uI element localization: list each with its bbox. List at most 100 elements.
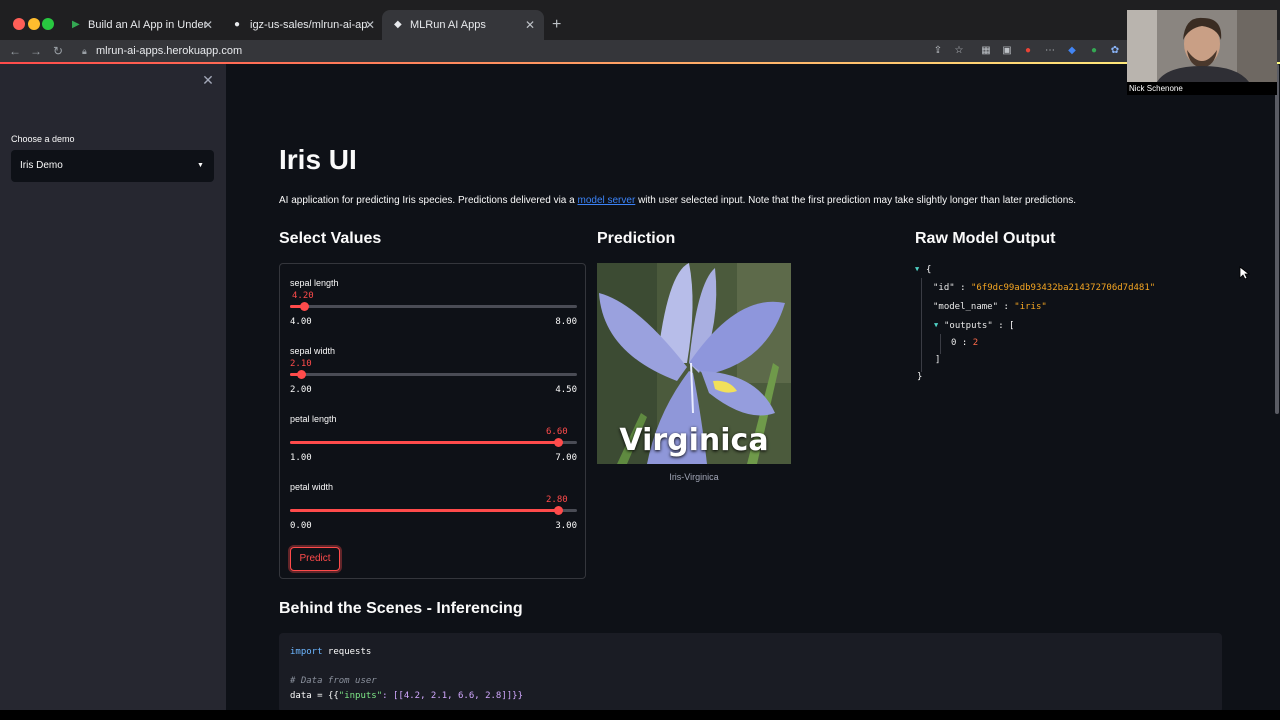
tab-title: igz-us-sales/mlrun-ai-apps [250,19,368,31]
screen: ▶ Build an AI App in Under 20 Mi ✕ ● igz… [0,0,1280,720]
json-brace: } [917,372,923,382]
bottom-edge [0,710,1280,720]
slider-thumb[interactable] [297,370,306,379]
extension-icon[interactable]: ✿ [1109,44,1121,58]
browser-toolbar: ← → ↻ 🔒︎ mlrun-ai-apps.herokuapp.com ⇪ ☆… [0,40,1280,62]
slider-track[interactable] [290,370,577,379]
share-icon[interactable]: ⇪ [932,44,944,58]
browser-tab-bar: ▶ Build an AI App in Under 20 Mi ✕ ● igz… [0,0,1280,40]
predict-button[interactable]: Predict [290,547,340,571]
raw-output-heading: Raw Model Output [915,230,1056,247]
caret-down-icon: ▼ [197,162,204,169]
minimize-window-button[interactable] [28,18,40,30]
slider-thumb[interactable] [554,438,563,447]
close-tab-icon[interactable]: ✕ [364,17,376,33]
url-text: mlrun-ai-apps.herokuapp.com [96,45,243,57]
slider-max: 3.00 [555,521,577,531]
slider-label: petal length [290,414,337,424]
collapse-triangle-icon[interactable]: ▼ [934,318,938,332]
image-caption: Iris-Virginica [669,472,719,482]
code-string: "inputs" [338,691,383,701]
mouse-cursor-icon [1239,266,1251,280]
reload-icon[interactable]: ↻ [51,43,65,59]
behind-the-scenes-heading: Behind the Scenes - Inferencing [279,600,523,617]
slider-petal-length[interactable]: petal length 6.60 1.00 7.00 [290,412,577,472]
description-text: with user selected input. Note that the … [635,195,1077,206]
bookmark-star-icon[interactable]: ☆ [953,44,965,58]
webcam-person-image [1127,10,1277,82]
code-text: : [[4.2, 2.1, 6.6, 2.8]]}} [382,691,524,701]
model-server-link[interactable]: model server [577,195,635,206]
slider-value: 6.60 [546,427,568,437]
json-line-item: 0 : 2 [951,338,979,348]
close-sidebar-icon[interactable]: ✕ [200,72,216,88]
json-viewer: ▼ { "id" : "6f9dc99adb93432ba214372706d7… [915,262,1255,392]
slider-value: 2.80 [546,495,568,505]
extension-icon[interactable]: ● [1088,44,1100,58]
slider-track[interactable] [290,506,577,515]
slider-thumb[interactable] [300,302,309,311]
slider-max: 4.50 [555,385,577,395]
json-value: "iris" [1014,302,1047,312]
browser-tab-mlrun[interactable]: ◆ MLRun AI Apps ✕ [382,10,544,40]
slider-track[interactable] [290,302,577,311]
json-line-outputs: "outputs" : [ [944,321,1015,331]
slider-min: 1.00 [290,453,312,463]
extension-icon[interactable]: ● [1022,44,1034,58]
slider-fill [290,509,558,512]
zoom-window-button[interactable] [42,18,54,30]
demo-select[interactable]: Iris Demo ▼ [11,150,214,182]
description-text: AI application for predicting Iris speci… [279,195,578,206]
slider-label: sepal width [290,346,336,356]
prediction-heading: Prediction [597,230,676,247]
json-guide-line [940,334,941,354]
slider-sepal-width[interactable]: sepal width 2.10 2.00 4.50 [290,344,577,404]
browser-tab-github[interactable]: ● igz-us-sales/mlrun-ai-apps ✕ [222,10,384,40]
json-line-id: "id" : "6f9dc99adb93432ba214372706d7d481… [933,283,1156,293]
forward-arrow-icon[interactable]: → [29,43,43,59]
collapse-triangle-icon[interactable]: ▼ [915,262,919,276]
input-form: sepal length 4.20 4.00 8.00 sepal width … [279,263,586,579]
code-text: data [290,691,312,701]
code-line: # Data from user [290,675,377,688]
close-window-button[interactable] [13,18,25,30]
slider-min: 4.00 [290,317,312,327]
slider-value: 4.20 [292,291,314,301]
json-brace: { [926,265,932,275]
json-index: 0 [951,338,957,348]
json-line-model-name: "model_name" : "iris" [933,302,1047,312]
json-key: "id" [933,283,955,293]
browser-tab-youtube[interactable]: ▶ Build an AI App in Under 20 Mi ✕ [60,10,222,40]
slider-petal-width[interactable]: petal width 2.80 0.00 3.00 [290,480,577,540]
slider-track[interactable] [290,438,577,447]
app-icon: ◆ [394,19,402,30]
lock-icon: 🔒︎ [82,46,87,56]
play-icon: ▶ [72,19,80,30]
slider-thumb[interactable] [554,506,563,515]
image-overlay-text: Virginica [619,423,769,458]
code-keyword: import [290,647,323,657]
main-content: Iris UI AI application for predicting Ir… [226,64,1280,713]
json-value: 2 [972,338,979,348]
extension-icon[interactable]: ◆ [1066,44,1078,58]
demo-select-label: Choose a demo [11,134,75,144]
json-key: "model_name" [933,302,999,312]
code-text: requests [322,647,372,657]
json-bracket: [ [1009,321,1015,331]
extension-icon[interactable]: ▦ [980,44,992,58]
select-values-heading: Select Values [279,230,382,247]
extension-icon[interactable]: ▣ [1001,44,1013,58]
slider-max: 8.00 [555,317,577,327]
slider-sepal-length[interactable]: sepal length 4.20 4.00 8.00 [290,276,577,336]
code-text: = {{ [311,691,339,701]
code-comment: # Data from user [290,676,377,686]
code-line: import requests [290,646,371,659]
slider-label: petal width [290,482,334,492]
page-scrollbar[interactable] [1275,64,1279,414]
participant-name: Nick Schenone [1127,82,1277,95]
close-tab-icon[interactable]: ✕ [202,17,214,33]
close-tab-icon[interactable]: ✕ [524,17,536,33]
back-arrow-icon[interactable]: ← [8,43,22,59]
new-tab-icon[interactable]: + [552,17,566,34]
extension-icon[interactable]: ⋯ [1044,44,1056,58]
